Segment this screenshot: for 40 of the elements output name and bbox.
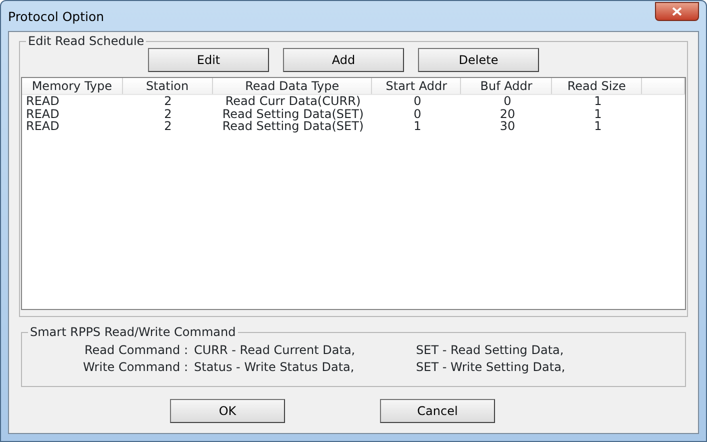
column-header[interactable]: Read Size — [552, 78, 642, 94]
table-cell-text: Read Setting Data(SET) — [221, 120, 365, 132]
close-button[interactable] — [655, 2, 699, 21]
table-cell-text: 1 — [593, 120, 603, 132]
group-legend: Smart RPPS Read/Write Command — [28, 325, 238, 339]
action-button[interactable]: Delete — [418, 48, 539, 72]
table-cell-text: 1 — [412, 120, 422, 132]
table-cell-text: Read Curr Data(CURR) — [224, 95, 362, 108]
command-description: SET - Read Setting Data, — [416, 342, 564, 359]
command-description: Status - Write Status Data, — [194, 359, 356, 376]
table-cell-text: Read Setting Data(SET) — [221, 108, 365, 120]
dialog-button[interactable]: Cancel — [380, 399, 495, 423]
column-header[interactable]: Station — [122, 78, 213, 94]
column-header[interactable]: Buf Addr — [461, 78, 552, 94]
table-cell-text: 20 — [498, 108, 516, 120]
table-cell-text: 30 — [498, 120, 516, 132]
column-header[interactable]: Read Data Type — [212, 78, 372, 94]
column-header[interactable]: Memory Type — [22, 78, 123, 94]
table-cell-text: READ — [25, 95, 60, 108]
action-button[interactable]: Edit — [148, 48, 269, 72]
table-cell-text: 0 — [412, 108, 422, 120]
table-cell-text: 1 — [593, 108, 603, 120]
table-cell-text: 0 — [502, 95, 512, 108]
close-icon — [672, 7, 682, 16]
table-cell-text: 2 — [163, 120, 173, 132]
group-legend: Edit Read Schedule — [26, 34, 146, 48]
command-description: CURR - Read Current Data, — [194, 342, 356, 359]
table-cell-text: 0 — [412, 95, 422, 108]
column-header[interactable]: Start Addr — [372, 78, 462, 94]
table-cell-text: READ — [25, 120, 60, 132]
table-cell-text: 2 — [163, 108, 173, 120]
table-cell-text: 2 — [163, 95, 173, 108]
command-label: Write Command : — [82, 359, 189, 376]
action-button[interactable]: Add — [283, 48, 404, 72]
table-cell-text: 1 — [593, 95, 603, 108]
dialog-button[interactable]: OK — [170, 399, 285, 423]
window-title: Protocol Option — [8, 8, 104, 26]
table-cell-text: READ — [25, 108, 60, 120]
command-label: Read Command : — [84, 342, 189, 359]
command-description: SET - Write Setting Data, — [416, 359, 566, 376]
